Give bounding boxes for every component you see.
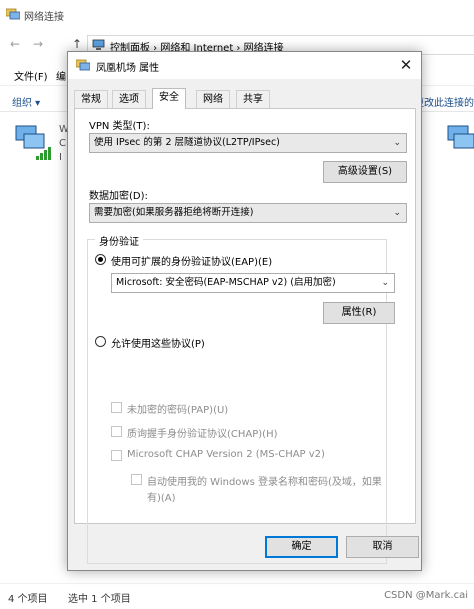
auto-login-label: 自动使用我的 Windows 登录名称和密码(及域，如果 [147,477,382,488]
allow-protocols-radio[interactable] [95,336,106,347]
vpn-type-value: 使用 IPsec 的第 2 层隧道协议(L2TP/IPsec) [94,137,280,148]
auto-login-checkbox[interactable] [131,474,142,485]
network-connections-icon [5,8,21,20]
tab-sharing[interactable]: 共享 [236,90,270,108]
dialog-titlebar: 凤凰机场 属性 ✕ [68,52,421,79]
encryption-label: 数据加密(D): [89,191,148,202]
network-adapter-icon[interactable] [12,122,56,166]
properties-dialog: 凤凰机场 属性 ✕ 常规 选项 安全 网络 共享 VPN 类型(T): 使用 I… [67,51,422,571]
eap-select[interactable]: Microsoft: 安全密码(EAP-MSCHAP v2) (启用加密) ⌄ [111,273,395,293]
encryption-select[interactable]: 需要加密(如果服务器拒绝将断开连接) ⌄ [89,203,407,223]
computer-icon [92,39,105,51]
eap-radio[interactable] [95,254,106,265]
chevron-down-icon: ⌄ [393,138,401,148]
menu-file[interactable]: 文件(F) [14,68,48,83]
tab-security[interactable]: 安全 [152,88,186,109]
dialog-title: 凤凰机场 属性 [96,63,160,74]
up-arrow-icon[interactable]: ↑ [72,37,82,51]
adapter-desc-partial: C [59,138,66,149]
watermark: CSDN @Mark.cai [384,590,468,601]
status-bar: 4 个项目 选中 1 个项目 CSDN @Mark.cai [0,583,474,609]
change-connection-button[interactable]: 更改此连接的 [414,94,474,109]
auto-login-label-cont: 有)(A) [147,493,176,504]
menu-edit[interactable]: 编 [56,68,66,83]
vpn-type-label: VPN 类型(T): [89,121,150,132]
cancel-button[interactable]: 取消 [346,536,419,558]
eap-properties-button[interactable]: 属性(R) [323,302,395,324]
chap-checkbox[interactable] [111,426,122,437]
eap-value: Microsoft: 安全密码(EAP-MSCHAP v2) (启用加密) [116,277,336,288]
organize-button[interactable]: 组织 ▾ [12,94,40,109]
close-icon[interactable]: ✕ [395,54,417,76]
ok-button[interactable]: 确定 [265,536,338,558]
selected-count: 选中 1 个项目 [68,594,131,605]
chap-label: 质询握手身份验证协议(CHAP)(H) [127,429,278,440]
tab-general[interactable]: 常规 [74,90,108,108]
security-panel: VPN 类型(T): 使用 IPsec 的第 2 层隧道协议(L2TP/IPse… [74,108,416,564]
allow-protocols-label[interactable]: 允许使用这些协议(P) [111,335,205,350]
auth-group-title: 身份验证 [95,233,143,248]
tab-network[interactable]: 网络 [196,90,230,108]
mschap-checkbox[interactable] [111,450,122,461]
tab-options[interactable]: 选项 [112,90,146,108]
adapter-type-partial: I [59,152,62,163]
mschap-label: Microsoft CHAP Version 2 (MS-CHAP v2) [127,449,325,460]
network-adapter-icon[interactable] [444,122,474,166]
pap-checkbox[interactable] [111,402,122,413]
chevron-down-icon: ⌄ [393,208,401,218]
network-connections-icon [75,59,91,71]
pap-label: 未加密的密码(PAP)(U) [127,405,229,416]
advanced-settings-button[interactable]: 高级设置(S) [323,161,407,183]
back-arrow-icon[interactable]: ← [10,37,20,51]
item-count: 4 个项目 [8,594,48,605]
chevron-down-icon: ⌄ [381,278,389,288]
encryption-value: 需要加密(如果服务器拒绝将断开连接) [94,207,254,218]
forward-arrow-icon[interactable]: → [33,37,43,51]
vpn-type-select[interactable]: 使用 IPsec 的第 2 层隧道协议(L2TP/IPsec) ⌄ [89,133,407,153]
explorer-title: 网络连接 [24,12,64,23]
explorer-titlebar: 网络连接 [0,0,474,30]
eap-radio-label[interactable]: 使用可扩展的身份验证协议(EAP)(E) [111,253,272,268]
